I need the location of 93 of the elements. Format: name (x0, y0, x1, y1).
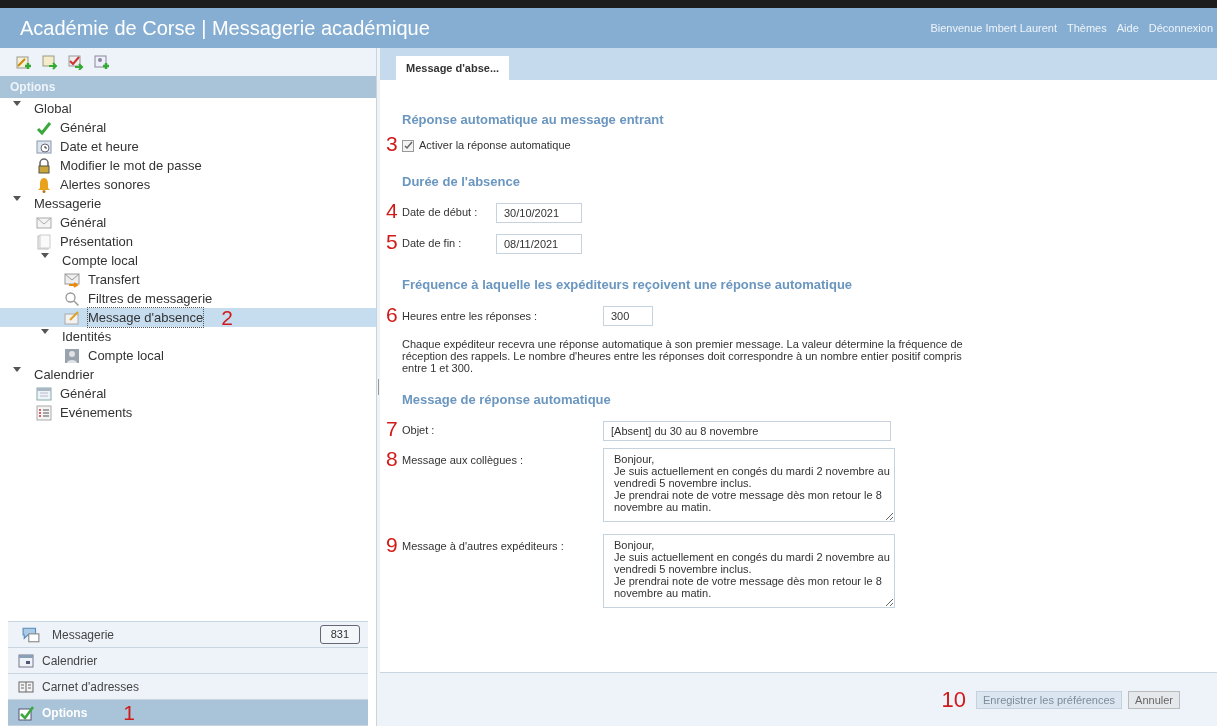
envelope-pencil-icon (64, 309, 80, 326)
annotation-number: 5 (386, 230, 398, 253)
clock-icon (36, 138, 52, 155)
message-textarea[interactable]: Bonjour, Je suis actuellement en congés du mardi 2 novembre au vendredi 5 novembre inclus. Je prendrai note de votre message dès mon retour le 8 novembre au matin. (603, 534, 895, 608)
tree-item-label: Général (60, 384, 107, 403)
tree-item[interactable]: Alertes sonores (0, 175, 376, 194)
field-label: Message aux collègues : (402, 453, 525, 468)
tree-item-label: Transfert (88, 270, 140, 289)
calendar-icon (36, 385, 52, 402)
tree-group-label[interactable]: Identités (62, 326, 112, 347)
annotation-number: 4 (386, 199, 398, 222)
section-heading: Réponse automatique au message entrant (401, 111, 665, 129)
section-heading: Durée de l'absence (401, 172, 521, 191)
nav-label: Calendrier (42, 652, 98, 670)
tree-item[interactable]: Général (0, 118, 376, 137)
tree-item[interactable]: Compte local (0, 346, 376, 365)
field-label: Message à d'autres expéditeurs : (402, 539, 565, 554)
tree-item-label: Evénements (60, 403, 133, 422)
expander-arrow-icon[interactable] (13, 196, 21, 202)
tree-item[interactable]: Général (0, 213, 376, 232)
input-field[interactable]: [Absent] du 30 au 8 novembre (603, 420, 891, 441)
unread-count: 831 (319, 625, 360, 644)
calendar-icon (16, 652, 36, 669)
user-silhouette-icon (64, 347, 80, 364)
tree-item-label: Général (60, 213, 107, 232)
tree-item[interactable]: Présentation (0, 232, 376, 251)
annotation-number: 3 (386, 132, 398, 155)
splitter-handle[interactable] (378, 379, 379, 395)
nav-item[interactable]: Carnet d'adresses (8, 674, 368, 700)
envelope-icon (36, 214, 52, 231)
tree-item[interactable]: Message d'absence 2 (0, 308, 376, 327)
panel-heading: Options (0, 76, 376, 98)
annotation-number: 1 (123, 702, 135, 723)
checkbox-label: Activer la réponse automatique (419, 138, 571, 154)
field-label: Heures entre les réponses : (402, 308, 539, 324)
expander-arrow-icon[interactable] (41, 329, 49, 335)
input-field[interactable]: 30/10/2021 (496, 202, 582, 223)
annotation-number: 2 (221, 307, 233, 328)
list-icon (36, 404, 52, 421)
annotation-number: 8 (386, 447, 398, 470)
section-heading: Message de réponse automatique (401, 390, 612, 409)
annotation-number: 6 (386, 302, 398, 326)
annotation-number: 7 (386, 417, 398, 440)
tree-item[interactable]: Modifier le mot de passe (0, 156, 376, 175)
expander-arrow-icon[interactable] (13, 101, 21, 107)
tree-item-label: Filtres de messagerie (88, 289, 213, 308)
tree-item-label: Général (60, 118, 107, 137)
input-field[interactable]: 08/11/2021 (496, 233, 582, 254)
section-heading: Fréquence à laquelle les expéditeurs reçoivent une réponse automatique (401, 276, 854, 294)
tree-item-label: Message d'absence (88, 307, 204, 328)
tree-item-label: Date et heure (60, 137, 139, 156)
envelope-arrow-icon (64, 271, 80, 288)
app-title: Académie de Corse | Messagerie académique (20, 16, 430, 41)
nav-label: Carnet d'adresses (42, 678, 139, 696)
tree-item[interactable]: Transfert (0, 270, 376, 289)
book-icon (16, 678, 36, 695)
bell-icon (36, 176, 52, 193)
tree-item-label: Présentation (60, 232, 133, 251)
help-text: Chaque expéditeur recevra une réponse automatique à son premier message. La valeur détermine la fréquence de réception des rappels. Le nombre d'heures entre les réponses doit correspondre à un nombre entier positif compris entre 1 et 300. (401, 337, 964, 374)
input-field[interactable]: 300 (603, 306, 653, 326)
tree-group-label[interactable]: Calendrier (34, 364, 94, 385)
checkmark-icon (36, 119, 52, 136)
document-icon (36, 233, 52, 250)
annotation-number: 10 (941, 688, 966, 711)
annotation-number: 9 (386, 533, 398, 556)
nav-item[interactable]: Messagerie 831 (8, 622, 368, 648)
tree-item-label: Compte local (88, 346, 164, 365)
message-textarea[interactable]: Bonjour, Je suis actuellement en congés du mardi 2 novembre au vendredi 5 novembre inclus. Je prendrai note de votre message dès mon retour le 8 novembre au matin. (603, 448, 895, 522)
tree-item-label: Modifier le mot de passe (60, 156, 202, 175)
tree-group-label[interactable]: Global (34, 98, 72, 119)
tab[interactable]: Message d'abse... (396, 56, 510, 80)
tree-group-label[interactable]: Compte local (62, 250, 138, 271)
field-label: Date de fin : (402, 236, 463, 252)
expander-arrow-icon[interactable] (41, 253, 49, 259)
checkbox[interactable] (402, 139, 414, 152)
nav-label: Messagerie (52, 626, 115, 644)
checked-box-icon (16, 704, 36, 721)
padlock-icon (36, 157, 52, 174)
pencil-plus-icon (16, 54, 32, 70)
form-button[interactable]: Annuler (1128, 690, 1180, 709)
search-icon (64, 290, 80, 307)
tree-item[interactable]: Filtres de messagerie (0, 289, 376, 308)
field-label: Objet : (402, 423, 436, 439)
tree-item[interactable]: Date et heure (0, 137, 376, 156)
nav-item[interactable]: Calendrier (8, 648, 368, 674)
tree-item[interactable]: Evénements (0, 403, 376, 422)
nav-label: Options (42, 704, 88, 722)
tree-item-label: Alertes sonores (60, 175, 151, 194)
tree-item[interactable]: Général (0, 384, 376, 403)
contact-plus-icon (94, 54, 110, 70)
expander-arrow-icon[interactable] (13, 367, 21, 373)
tree-group-label[interactable]: Messagerie (34, 193, 102, 214)
field-label: Date de début : (402, 205, 479, 221)
